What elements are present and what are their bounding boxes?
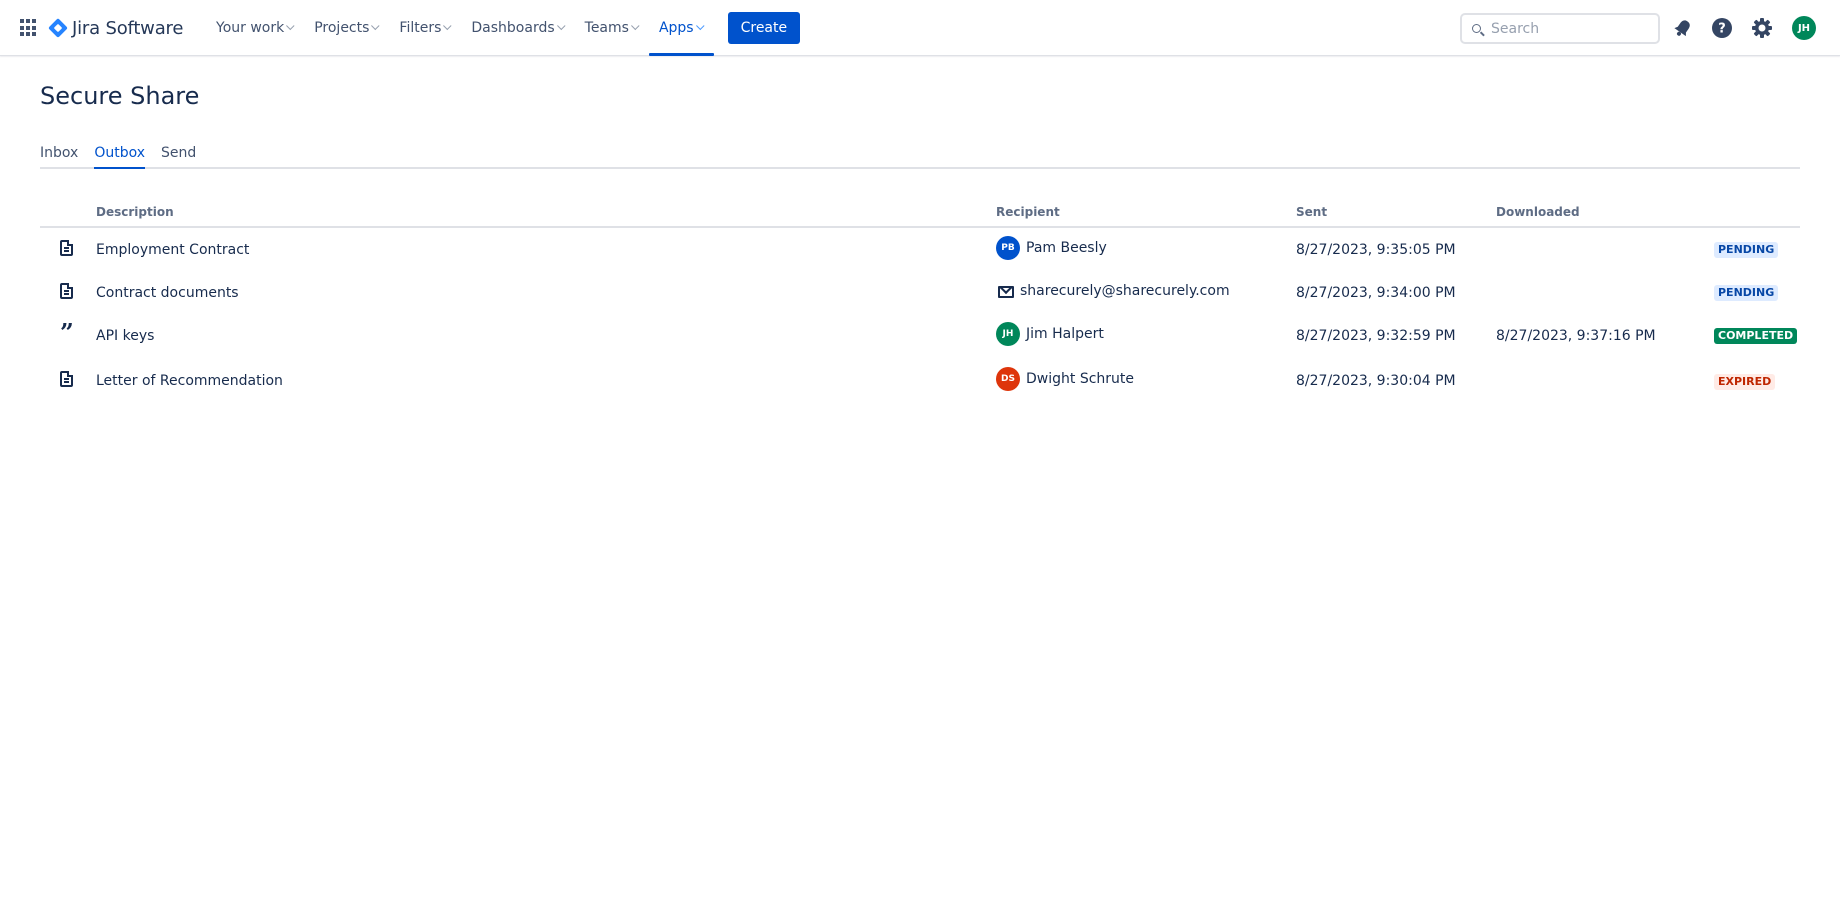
jira-logo[interactable]: Jira Software bbox=[48, 16, 184, 40]
nav-dashboards[interactable]: Dashboards bbox=[461, 0, 574, 56]
header-downloaded[interactable]: Downloaded bbox=[1496, 205, 1696, 219]
table-header: Description Recipient Sent Downloaded bbox=[40, 198, 1800, 228]
status-badge: COMPLETED bbox=[1714, 328, 1798, 344]
nav-label: Your work bbox=[216, 20, 285, 36]
help-button[interactable]: ? bbox=[1710, 16, 1734, 40]
recipient: DS Dwight Schrute bbox=[996, 367, 1296, 391]
help-icon: ? bbox=[1712, 18, 1732, 38]
outbox-table: Description Recipient Sent Downloaded Em… bbox=[40, 198, 1800, 405]
description-cell[interactable]: Employment Contract bbox=[96, 242, 996, 258]
gear-icon bbox=[1752, 18, 1772, 38]
table-row[interactable]: ” API keys JH Jim Halpert 8/27/2023, 9:32:59… bbox=[40, 314, 1800, 357]
document-icon bbox=[60, 371, 73, 387]
email-icon bbox=[998, 285, 1014, 298]
create-button[interactable]: Create bbox=[727, 12, 801, 44]
avatar: PB bbox=[996, 235, 1020, 260]
avatar: JH bbox=[996, 321, 1020, 346]
downloaded-time: 8/27/2023, 9:37:16 PM bbox=[1496, 327, 1656, 344]
notifications-button[interactable] bbox=[1671, 16, 1695, 40]
tab-outbox[interactable]: Outbox bbox=[94, 140, 145, 169]
table-row[interactable]: Employment Contract PB Pam Beesly 8/27/2023… bbox=[40, 228, 1800, 271]
settings-button[interactable] bbox=[1750, 16, 1774, 40]
nav-label: Projects bbox=[314, 20, 370, 36]
recipient-name: Jim Halpert bbox=[1026, 325, 1104, 342]
nav-teams[interactable]: Teams bbox=[575, 0, 649, 56]
nav-your-work[interactable]: Your work bbox=[206, 0, 304, 56]
tab-bar: Inbox Outbox Send bbox=[40, 140, 1800, 169]
recipient-name: Dwight Schrute bbox=[1026, 371, 1135, 387]
search-input[interactable] bbox=[1491, 20, 1651, 37]
nav-apps[interactable]: Apps bbox=[648, 0, 714, 56]
sent-time: 8/27/2023, 9:32:59 PM bbox=[1296, 327, 1456, 344]
table-row[interactable]: Letter of Recommendation DS Dwight Schrute… bbox=[40, 357, 1800, 405]
chevron-down-icon bbox=[443, 21, 452, 31]
sent-time: 8/27/2023, 9:30:04 PM bbox=[1296, 373, 1456, 389]
header-sent[interactable]: Sent bbox=[1296, 205, 1496, 219]
recipient: PB Pam Beesly bbox=[996, 235, 1296, 260]
product-name: Jira Software bbox=[72, 17, 184, 39]
search-box[interactable] bbox=[1460, 13, 1660, 44]
jira-diamond-icon bbox=[48, 18, 68, 38]
bell-icon bbox=[1674, 20, 1690, 37]
nav-label: Teams bbox=[584, 20, 629, 36]
description-cell[interactable]: Contract documents bbox=[96, 285, 996, 301]
app-switcher-icon[interactable] bbox=[20, 19, 38, 37]
table-row[interactable]: Contract documents sharecurely@sharecurel… bbox=[40, 271, 1800, 314]
sent-time: 8/27/2023, 9:34:00 PM bbox=[1296, 284, 1456, 301]
header-recipient[interactable]: Recipient bbox=[996, 205, 1296, 219]
chevron-down-icon bbox=[695, 21, 705, 31]
nav-projects[interactable]: Projects bbox=[304, 0, 389, 56]
nav-label: Apps bbox=[658, 20, 694, 36]
chevron-down-icon bbox=[630, 21, 640, 31]
page-title: Secure Share bbox=[40, 82, 200, 110]
avatar: DS bbox=[996, 367, 1020, 391]
primary-nav: Your work Projects Filters Dashboards Te… bbox=[206, 0, 801, 56]
top-navigation: Jira Software Your work Projects Filters… bbox=[0, 0, 1840, 56]
nav-label: Dashboards bbox=[471, 20, 555, 36]
sent-time: 8/27/2023, 9:35:05 PM bbox=[1296, 241, 1456, 258]
nav-filters[interactable]: Filters bbox=[389, 0, 461, 56]
document-icon bbox=[60, 282, 73, 299]
chevron-down-icon bbox=[286, 21, 295, 31]
status-badge: PENDING bbox=[1714, 285, 1779, 301]
recipient-name: sharecurely@sharecurely.com bbox=[1020, 282, 1230, 299]
user-avatar[interactable]: JH bbox=[1792, 16, 1816, 40]
description-cell[interactable]: API keys bbox=[96, 328, 996, 344]
document-icon bbox=[60, 239, 73, 256]
status-badge: PENDING bbox=[1714, 242, 1779, 258]
search-icon bbox=[1472, 24, 1481, 33]
status-badge: EXPIRED bbox=[1714, 373, 1776, 390]
recipient: JH Jim Halpert bbox=[996, 321, 1296, 346]
tab-inbox[interactable]: Inbox bbox=[40, 140, 78, 167]
description-cell[interactable]: Letter of Recommendation bbox=[96, 373, 996, 389]
chevron-down-icon bbox=[371, 21, 380, 31]
svg-text:?: ? bbox=[1718, 22, 1726, 37]
chevron-down-icon bbox=[556, 21, 566, 31]
recipient: sharecurely@sharecurely.com bbox=[996, 283, 1296, 299]
recipient-name: Pam Beesly bbox=[1026, 239, 1107, 256]
tab-send[interactable]: Send bbox=[161, 140, 196, 167]
header-description[interactable]: Description bbox=[96, 205, 996, 219]
nav-label: Filters bbox=[399, 20, 442, 36]
quote-icon: ” bbox=[60, 318, 74, 347]
